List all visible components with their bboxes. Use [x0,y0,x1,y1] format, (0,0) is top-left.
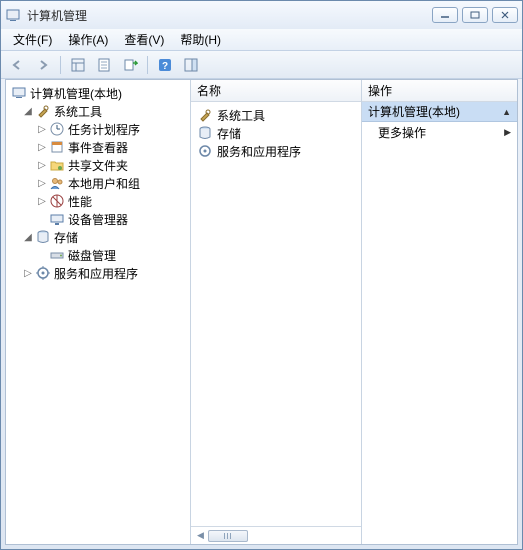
collapse-icon[interactable]: ◢ [22,232,34,243]
tree-label: 系统工具 [54,103,102,120]
content-area: 计算机管理(本地) ◢ 系统工具 ▷ 任务计划程序 ▷ 事件查看器 [5,79,518,545]
chevron-right-icon: ▶ [504,127,511,138]
back-button[interactable] [5,54,29,76]
expand-icon[interactable]: ▷ [36,178,48,189]
tree-services-apps[interactable]: ▷ 服务和应用程序 [8,264,188,282]
tools-icon [197,107,213,123]
actions-title[interactable]: 计算机管理(本地) ▲ [362,102,517,122]
horizontal-scrollbar[interactable]: ◀ [191,526,361,544]
storage-icon [197,125,213,141]
tree-disk-management[interactable]: 磁盘管理 [8,246,188,264]
device-icon [49,211,65,227]
tree-pane: 计算机管理(本地) ◢ 系统工具 ▷ 任务计划程序 ▷ 事件查看器 [6,80,191,544]
actions-pane: 操作 计算机管理(本地) ▲ 更多操作 ▶ [362,80,517,544]
svg-text:?: ? [162,61,168,72]
tree-label: 磁盘管理 [68,247,116,264]
services-icon [197,143,213,159]
tree-label: 性能 [68,193,92,210]
help-button[interactable]: ? [153,54,177,76]
list-pane: 名称 系统工具 存储 服务和应用程序 ◀ [191,80,362,544]
tree-label: 设备管理器 [68,211,128,228]
scroll-thumb[interactable] [208,530,248,542]
tree-task-scheduler[interactable]: ▷ 任务计划程序 [8,120,188,138]
tree-label: 本地用户和组 [68,175,140,192]
menu-view[interactable]: 查看(V) [116,29,172,50]
tree-performance[interactable]: ▷ 性能 [8,192,188,210]
action-pane-button[interactable] [179,54,203,76]
clock-icon [49,121,65,137]
window: 计算机管理 文件(F) 操作(A) 查看(V) 帮助(H) ? [0,0,523,550]
expand-icon[interactable]: ▷ [36,196,48,207]
minimize-button[interactable] [432,7,458,23]
tree-storage[interactable]: ◢ 存储 [8,228,188,246]
actions-title-label: 计算机管理(本地) [368,103,460,120]
menubar: 文件(F) 操作(A) 查看(V) 帮助(H) [1,29,522,51]
tree: 计算机管理(本地) ◢ 系统工具 ▷ 任务计划程序 ▷ 事件查看器 [6,80,190,286]
action-label: 更多操作 [378,124,426,141]
toolbar-separator [60,56,61,74]
tree-label: 服务和应用程序 [54,265,138,282]
tree-label: 存储 [54,229,78,246]
list-header-name[interactable]: 名称 [191,80,361,102]
menu-help[interactable]: 帮助(H) [172,29,229,50]
export-button[interactable] [118,54,142,76]
window-title: 计算机管理 [27,7,432,24]
maximize-button[interactable] [462,7,488,23]
storage-icon [35,229,51,245]
expand-icon[interactable]: ▷ [22,268,34,279]
menu-action[interactable]: 操作(A) [60,29,116,50]
tree-event-viewer[interactable]: ▷ 事件查看器 [8,138,188,156]
list-item-services-apps[interactable]: 服务和应用程序 [193,142,359,160]
close-button[interactable] [492,7,518,23]
app-icon [5,7,21,23]
disk-icon [49,247,65,263]
titlebar: 计算机管理 [1,1,522,29]
show-console-tree-button[interactable] [66,54,90,76]
properties-button[interactable] [92,54,116,76]
tree-label: 计算机管理(本地) [30,85,122,102]
window-controls [432,7,518,23]
expand-icon[interactable]: ▷ [36,160,48,171]
list: 系统工具 存储 服务和应用程序 [191,102,361,526]
tree-device-manager[interactable]: 设备管理器 [8,210,188,228]
action-more[interactable]: 更多操作 ▶ [362,122,517,142]
list-label: 系统工具 [217,107,265,124]
computer-icon [11,85,27,101]
collapse-icon[interactable]: ◢ [22,106,34,117]
tree-label: 事件查看器 [68,139,128,156]
toolbar: ? [1,51,522,79]
menu-file[interactable]: 文件(F) [5,29,60,50]
performance-icon [49,193,65,209]
services-icon [35,265,51,281]
scroll-left-icon[interactable]: ◀ [197,530,204,541]
actions-header: 操作 [362,80,517,102]
tools-icon [35,103,51,119]
tree-label: 任务计划程序 [68,121,140,138]
tree-local-users[interactable]: ▷ 本地用户和组 [8,174,188,192]
list-label: 存储 [217,125,241,142]
toolbar-separator [147,56,148,74]
tree-system-tools[interactable]: ◢ 系统工具 [8,102,188,120]
list-item-storage[interactable]: 存储 [193,124,359,142]
event-icon [49,139,65,155]
tree-root[interactable]: 计算机管理(本地) [8,84,188,102]
expand-icon[interactable]: ▷ [36,124,48,135]
list-item-system-tools[interactable]: 系统工具 [193,106,359,124]
list-label: 服务和应用程序 [217,143,301,160]
forward-button[interactable] [31,54,55,76]
folder-share-icon [49,157,65,173]
chevron-up-icon: ▲ [502,107,511,117]
tree-shared-folders[interactable]: ▷ 共享文件夹 [8,156,188,174]
expand-icon[interactable]: ▷ [36,142,48,153]
tree-label: 共享文件夹 [68,157,128,174]
users-icon [49,175,65,191]
